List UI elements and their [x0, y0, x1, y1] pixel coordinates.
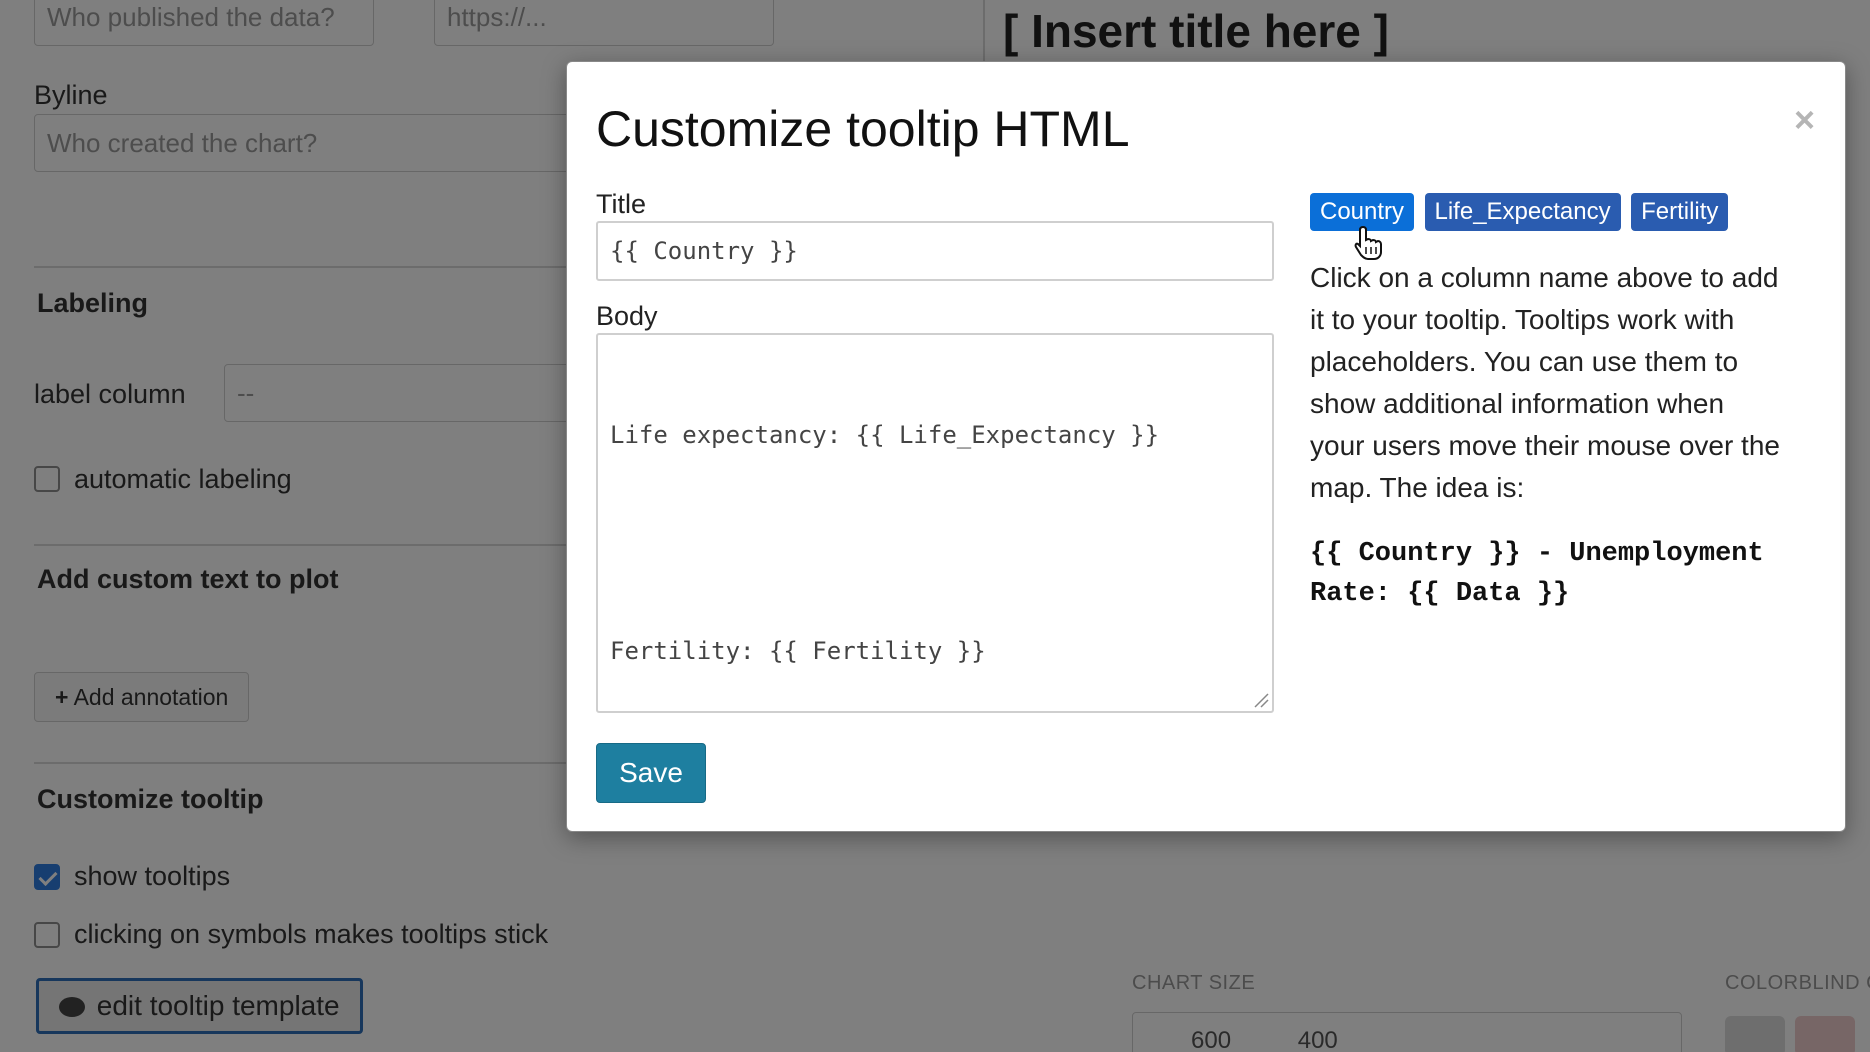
column-tag-fertility[interactable]: Fertility: [1631, 193, 1729, 231]
modal-title: Customize tooltip HTML: [596, 101, 1130, 157]
help-text: Click on a column name above to add it t…: [1310, 262, 1780, 503]
help-example-code: {{ Country }} - Unemployment Rate: {{ Da…: [1310, 539, 1764, 609]
resize-grip-icon[interactable]: [1253, 692, 1269, 708]
tooltip-body-textarea[interactable]: Life expectancy: {{ Life_Expectancy }} F…: [596, 333, 1274, 713]
body-line: Fertility: {{ Fertility }}: [610, 637, 986, 665]
title-field-label: Title: [596, 189, 647, 219]
hand-pointer-icon: [1354, 225, 1382, 260]
tooltip-editor-modal: Customize tooltip HTML × Title {{ Countr…: [566, 61, 1846, 832]
body-line: [610, 525, 1260, 561]
close-icon[interactable]: ×: [1794, 100, 1815, 140]
tooltip-title-input[interactable]: {{ Country }}: [596, 221, 1274, 281]
body-line: Life expectancy: {{ Life_Expectancy }}: [610, 421, 1160, 449]
column-tag-life-expectancy[interactable]: Life_Expectancy: [1424, 193, 1621, 231]
body-field-label: Body: [596, 301, 658, 331]
save-button[interactable]: Save: [596, 743, 706, 803]
